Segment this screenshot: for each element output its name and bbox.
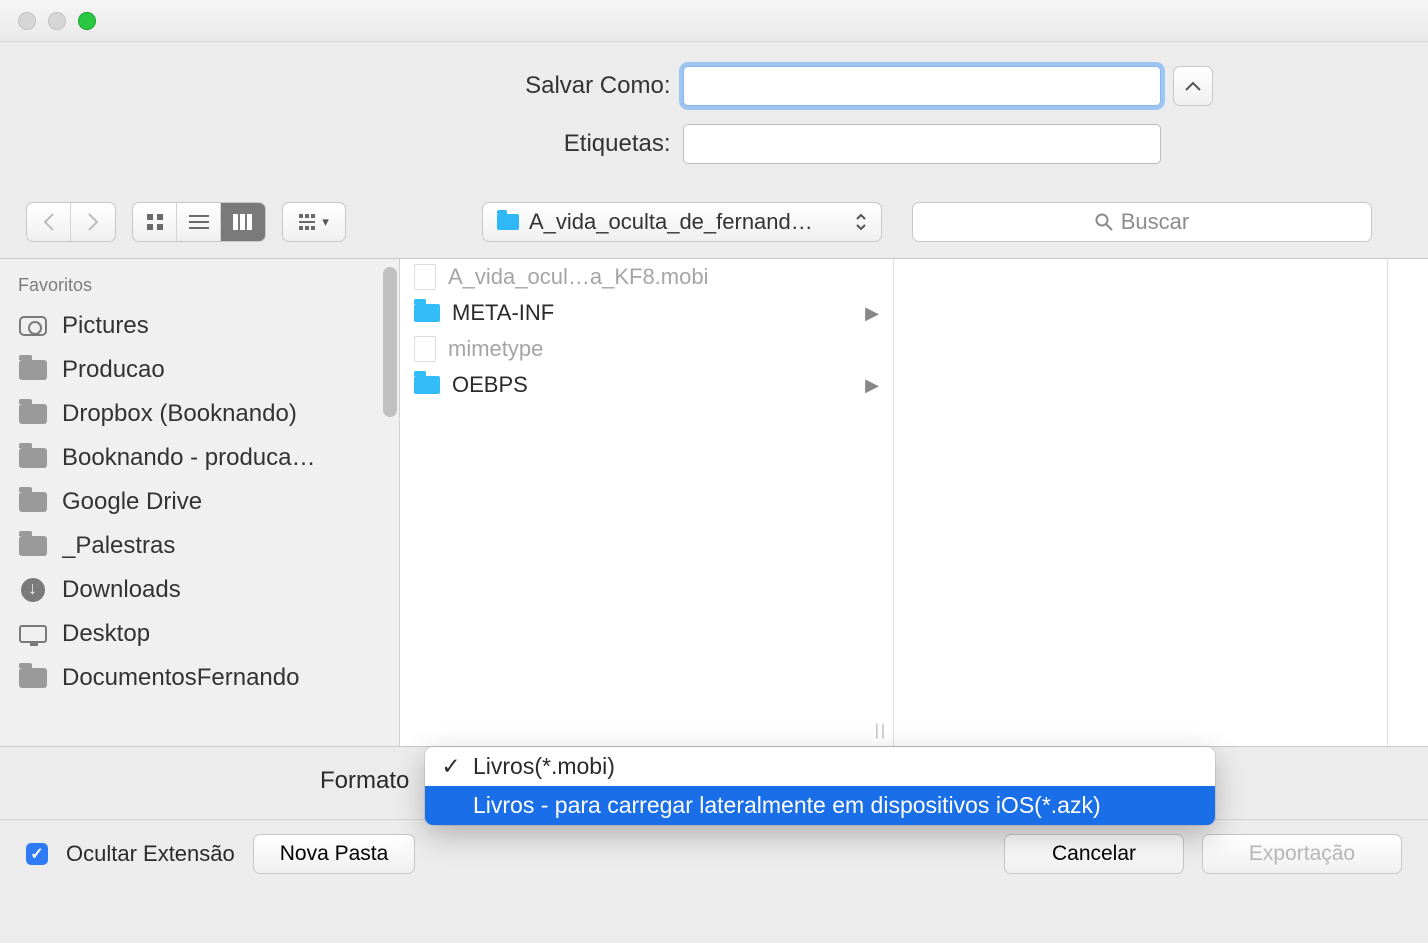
sidebar-item-label: Google Drive	[62, 488, 202, 516]
chevron-right-icon: ▶	[865, 303, 879, 324]
sidebar-item[interactable]: Desktop	[0, 612, 399, 656]
sidebar: Favoritos Pictures Producao Dropbox (Bookn…	[0, 259, 400, 746]
folder-icon	[497, 214, 519, 230]
location-name: A_vida_oculta_de_fernand…	[529, 209, 845, 235]
arrange-segment: ▾	[282, 202, 346, 242]
folder-icon	[18, 666, 48, 690]
file-browser-item[interactable]: OEBPS ▶	[400, 367, 893, 403]
chevron-up-icon	[1185, 81, 1201, 91]
sidebar-item-label: DocumentosFernando	[62, 664, 299, 692]
file-browser-item-label: mimetype	[448, 336, 543, 362]
sidebar-item-label: Desktop	[62, 620, 150, 648]
minimize-window-button[interactable]	[48, 12, 66, 30]
sidebar-item-label: Producao	[62, 356, 165, 384]
folder-icon	[414, 376, 440, 394]
sidebar-item-label: Dropbox (Booknando)	[62, 400, 297, 428]
camera-icon	[18, 314, 48, 338]
sidebar-item-label: Pictures	[62, 312, 149, 340]
chevron-right-icon: ▶	[865, 375, 879, 396]
new-folder-button[interactable]: Nova Pasta	[253, 834, 416, 874]
format-option-label: Livros - para carregar lateralmente em d…	[473, 792, 1101, 819]
sidebar-item[interactable]: Producao	[0, 348, 399, 392]
format-dropdown-menu: ✓ Livros(*.mobi) Livros - para carregar la…	[425, 747, 1215, 825]
bottom-bar: ✓ Ocultar Extensão Nova Pasta Cancelar E…	[0, 819, 1428, 887]
browser-toolbar: ▾ A_vida_oculta_de_fernand… Buscar	[0, 194, 1428, 259]
zoom-window-button[interactable]	[78, 12, 96, 30]
save-form-area: Salvar Como: Etiquetas:	[0, 42, 1428, 194]
sidebar-item-label: _Palestras	[62, 532, 175, 560]
column-2	[894, 259, 1388, 746]
file-browser-item[interactable]: META-INF ▶	[400, 295, 893, 331]
format-option-label: Livros(*.mobi)	[473, 753, 615, 780]
sidebar-item[interactable]: DocumentosFernando	[0, 656, 399, 700]
format-label: Formato	[320, 767, 409, 795]
list-view-button[interactable]	[177, 203, 221, 241]
file-icon	[414, 264, 436, 290]
nav-back-forward	[26, 202, 116, 242]
window-titlebar	[0, 0, 1428, 42]
back-button[interactable]	[27, 203, 71, 241]
export-button[interactable]: Exportação	[1202, 834, 1402, 874]
save-as-label: Salvar Como:	[216, 72, 671, 100]
column-1: A_vida_ocul…a_KF8.mobi META-INF ▶ mimetype O…	[400, 259, 894, 746]
file-browser-item-label: META-INF	[452, 300, 554, 326]
sidebar-item-label: Booknando - produca…	[62, 444, 316, 472]
download-icon	[18, 578, 48, 602]
folder-icon	[18, 490, 48, 514]
save-as-input[interactable]	[683, 66, 1161, 106]
column-3	[1388, 259, 1428, 746]
search-icon	[1095, 213, 1113, 231]
format-row: Formato ✓ Livros(*.mobi) Livros - para car…	[0, 747, 1428, 819]
format-option[interactable]: Livros - para carregar lateralmente em d…	[425, 786, 1215, 825]
view-mode-segment	[132, 202, 266, 242]
desktop-icon	[18, 622, 48, 646]
location-popup-button[interactable]: A_vida_oculta_de_fernand…	[482, 202, 882, 242]
sidebar-section-header: Favoritos	[0, 269, 399, 304]
folder-icon	[18, 446, 48, 470]
search-input[interactable]: Buscar	[912, 202, 1372, 242]
close-window-button[interactable]	[18, 12, 36, 30]
folder-icon	[414, 304, 440, 322]
file-browser-item-label: A_vida_ocul…a_KF8.mobi	[448, 264, 708, 290]
sidebar-item[interactable]: Downloads	[0, 568, 399, 612]
updown-icon	[855, 212, 867, 232]
folder-icon	[18, 402, 48, 426]
hide-extension-checkbox[interactable]: ✓	[26, 843, 48, 865]
icon-view-button[interactable]	[133, 203, 177, 241]
hide-extension-label: Ocultar Extensão	[66, 841, 235, 867]
sidebar-item[interactable]: Booknando - produca…	[0, 436, 399, 480]
format-option[interactable]: ✓ Livros(*.mobi)	[425, 747, 1215, 786]
file-browser-item[interactable]: mimetype	[400, 331, 893, 367]
search-placeholder: Buscar	[1121, 209, 1189, 235]
forward-button[interactable]	[71, 203, 115, 241]
tags-input[interactable]	[683, 124, 1161, 164]
scrollbar-thumb[interactable]	[383, 267, 397, 417]
cancel-button[interactable]: Cancelar	[1004, 834, 1184, 874]
arrange-button[interactable]: ▾	[283, 203, 345, 241]
column-resize-handle[interactable]: ||	[875, 722, 887, 740]
tags-label: Etiquetas:	[216, 130, 671, 158]
sidebar-item[interactable]: Google Drive	[0, 480, 399, 524]
file-browser: Favoritos Pictures Producao Dropbox (Bookn…	[0, 259, 1428, 747]
column-view-button[interactable]	[221, 203, 265, 241]
sidebar-item-label: Downloads	[62, 576, 181, 604]
folder-icon	[18, 534, 48, 558]
checkmark-icon: ✓	[439, 753, 463, 780]
file-icon	[414, 336, 436, 362]
collapse-panel-button[interactable]	[1173, 66, 1213, 106]
file-browser-item[interactable]: A_vida_ocul…a_KF8.mobi	[400, 259, 893, 295]
sidebar-item[interactable]: Pictures	[0, 304, 399, 348]
sidebar-item[interactable]: Dropbox (Booknando)	[0, 392, 399, 436]
sidebar-item[interactable]: _Palestras	[0, 524, 399, 568]
file-browser-item-label: OEBPS	[452, 372, 528, 398]
chevron-down-icon: ▾	[322, 214, 329, 230]
folder-icon	[18, 358, 48, 382]
